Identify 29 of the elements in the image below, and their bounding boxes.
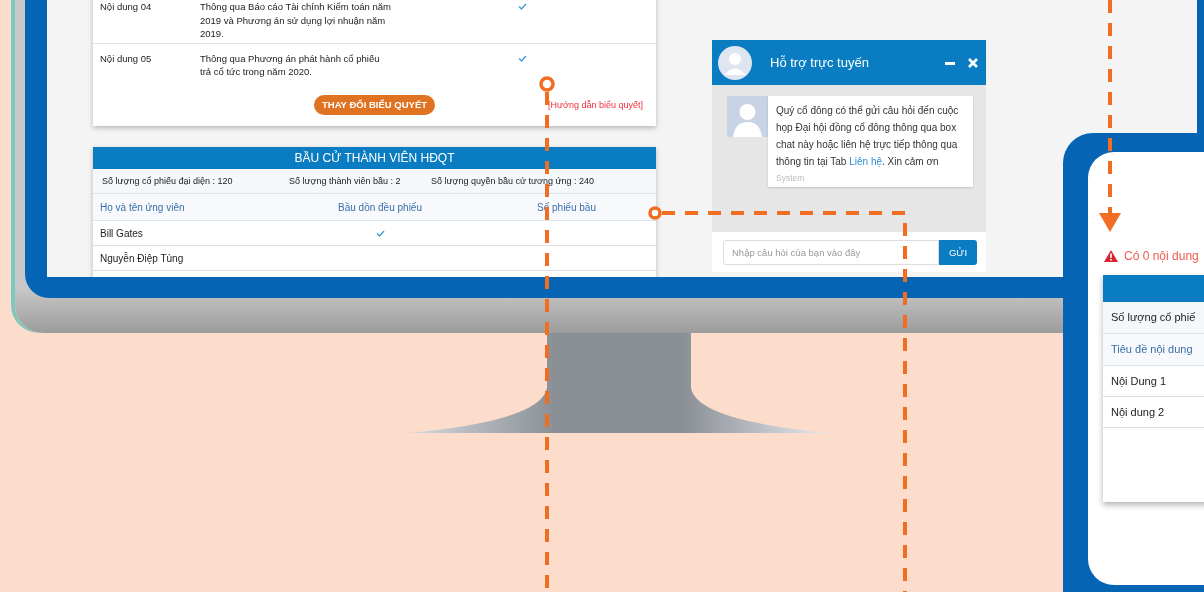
- stat-text: Số lượng cổ phiế: [1103, 302, 1204, 334]
- change-vote-button[interactable]: THAY ĐỔI BIỂU QUYẾT: [313, 94, 436, 115]
- row-content: Thông qua Phương án phát hành cổ phiếu trả cổ tức trong năm 2020.: [200, 51, 381, 79]
- warning-text: Có 0 nội dung: [1124, 249, 1199, 263]
- avatar-icon: [718, 45, 752, 80]
- column-header: Tiêu đề nội dung: [1103, 334, 1204, 366]
- stat-text: Số lượng cổ phiếu đại diện : 120: [102, 176, 234, 186]
- table-cell: Nội dung 2: [1103, 397, 1204, 428]
- chat-title: Hỗ trợ trực tuyến: [770, 55, 870, 70]
- column-header: Bầu dồn đều phiếu: [338, 201, 422, 213]
- row-label: Nội dung 04: [100, 0, 153, 14]
- stat-text: Số lượng thành viên bầu : 2: [289, 176, 402, 186]
- contact-link[interactable]: Liên hệ: [849, 156, 882, 167]
- warning-icon: [1104, 250, 1118, 262]
- row-content: Thông qua Báo cáo Tài chính Kiểm toán năm 2019 và Phương án sử dụng lợi nhuận năm 2019.: [200, 0, 392, 41]
- table-cell: Nội Dung 1: [1103, 366, 1204, 397]
- stat-text: Số lượng quyền bầu cử tương ứng : 240: [431, 176, 595, 186]
- question-input[interactable]: Nhập câu hỏi của bạn vào đây: [723, 240, 939, 265]
- table-cell-text: Nguyễn Điệp Tùng: [99, 252, 185, 264]
- card-header: BẦU CỬ THÀNH VIÊN HĐQT: [93, 147, 656, 169]
- column-header: Họ và tên ứng viên: [99, 201, 186, 213]
- row-label: Nội dung 05: [100, 51, 153, 66]
- connector-dot: [539, 76, 555, 92]
- sender-label: System: [776, 173, 806, 183]
- send-button[interactable]: GỬI: [939, 240, 977, 265]
- table-cell-text: Bill Gates: [99, 227, 144, 239]
- guide-link[interactable]: [Hướng dẫn biểu quyết]: [548, 99, 643, 110]
- message-text: Quý cổ đông có thể gửi câu hỏi đến cuộc họp Đại hội đồng cổ đông thông qua box chat này hoặc liên hệ trực tiếp thông qua thông tin tại Tab Liên hệ. Xin cảm ơn: [776, 104, 960, 169]
- close-icon: [968, 57, 978, 68]
